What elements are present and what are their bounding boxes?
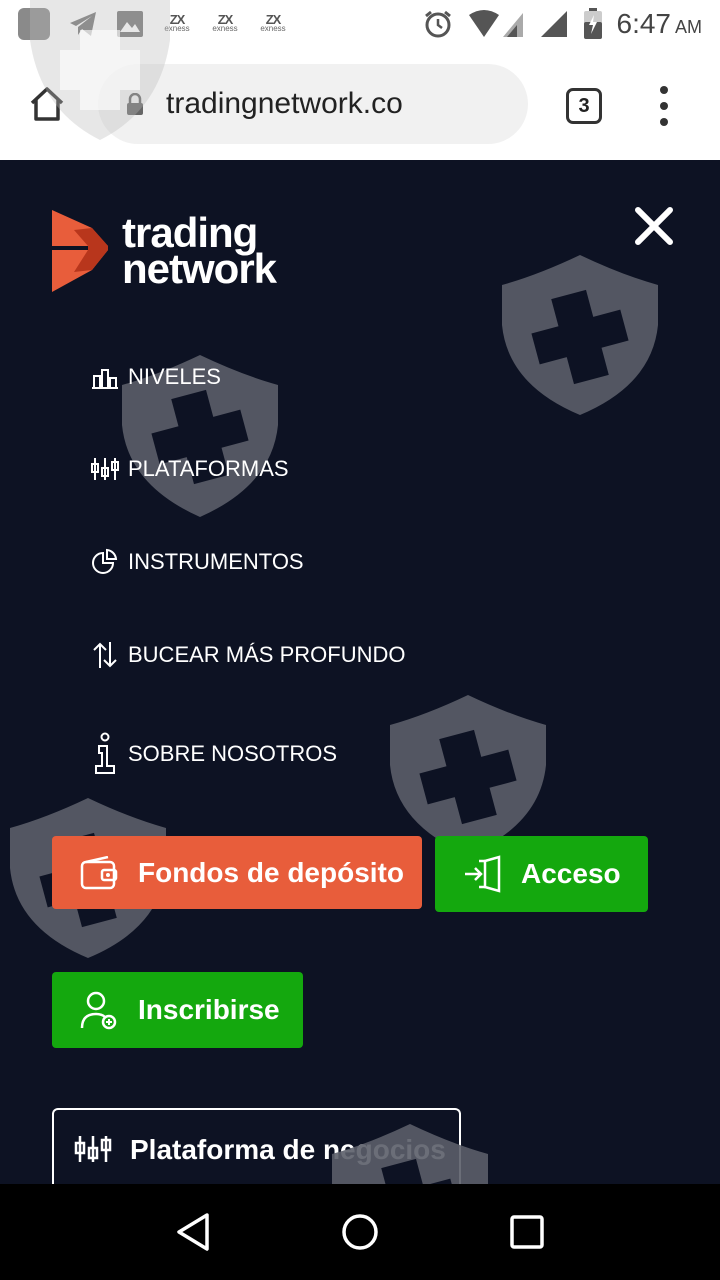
exness-icon: ZX exness bbox=[260, 12, 286, 33]
menu-item-sobre-nosotros[interactable]: SOBRE NOSOTROS bbox=[90, 732, 337, 776]
user-add-icon bbox=[80, 991, 117, 1030]
alarm-icon bbox=[424, 10, 451, 38]
gallery-icon bbox=[117, 11, 143, 37]
shield-watermark-icon bbox=[502, 255, 658, 415]
close-icon[interactable] bbox=[632, 204, 676, 248]
wallet-icon bbox=[80, 855, 118, 889]
lock-icon bbox=[127, 93, 143, 115]
address-bar[interactable]: tradingnetwork.co bbox=[98, 64, 528, 144]
system-navigation-bar bbox=[0, 1184, 720, 1280]
back-icon[interactable] bbox=[175, 1212, 211, 1252]
tab-switcher-button[interactable]: 3 bbox=[566, 88, 602, 124]
shield-watermark-icon bbox=[390, 695, 546, 855]
logo-text: trading network bbox=[122, 209, 277, 292]
sliders-icon bbox=[91, 458, 119, 480]
browser-toolbar: tradingnetwork.co 3 bbox=[0, 48, 720, 160]
menu-item-instrumentos[interactable]: INSTRUMENTOS bbox=[90, 548, 304, 576]
exness-icon: ZX exness bbox=[212, 12, 238, 33]
system-icons: 6:47 AM bbox=[423, 8, 703, 40]
app-icon bbox=[18, 8, 50, 40]
trading-network-logo[interactable]: trading network bbox=[52, 209, 277, 292]
wifi-icon bbox=[468, 10, 523, 37]
status-bar: ZX exness ZX exness ZX exness 6:47 AM bbox=[0, 0, 720, 48]
url-text[interactable]: tradingnetwork.co bbox=[166, 87, 403, 121]
battery-charging-icon bbox=[583, 8, 602, 39]
signal-icon bbox=[540, 11, 567, 37]
menu-item-plataformas[interactable]: PLATAFORMAS bbox=[90, 456, 289, 482]
deposit-button[interactable]: Fondos de depósito bbox=[52, 836, 422, 909]
signup-button[interactable]: Inscribirse bbox=[52, 972, 303, 1048]
logo-mark-icon bbox=[52, 210, 108, 292]
more-options-icon[interactable] bbox=[658, 86, 670, 126]
home-nav-icon[interactable] bbox=[340, 1212, 380, 1252]
notification-icons: ZX exness ZX exness ZX exness bbox=[18, 8, 288, 40]
telegram-icon bbox=[70, 12, 96, 36]
login-button[interactable]: Acceso bbox=[435, 836, 648, 912]
home-icon[interactable] bbox=[28, 86, 66, 122]
clock: 6:47 AM bbox=[616, 8, 703, 39]
arrows-up-down-icon bbox=[93, 642, 117, 668]
sliders-icon bbox=[74, 1136, 112, 1162]
recents-icon[interactable] bbox=[509, 1214, 545, 1250]
menu-item-bucear[interactable]: BUCEAR MÁS PROFUNDO bbox=[90, 640, 405, 670]
exness-icon: ZX exness bbox=[164, 12, 190, 33]
info-icon bbox=[95, 732, 115, 774]
pie-chart-icon bbox=[92, 548, 118, 574]
levels-icon bbox=[92, 369, 118, 389]
login-icon bbox=[465, 855, 501, 893]
menu-item-niveles[interactable]: NIVELES bbox=[90, 364, 221, 390]
